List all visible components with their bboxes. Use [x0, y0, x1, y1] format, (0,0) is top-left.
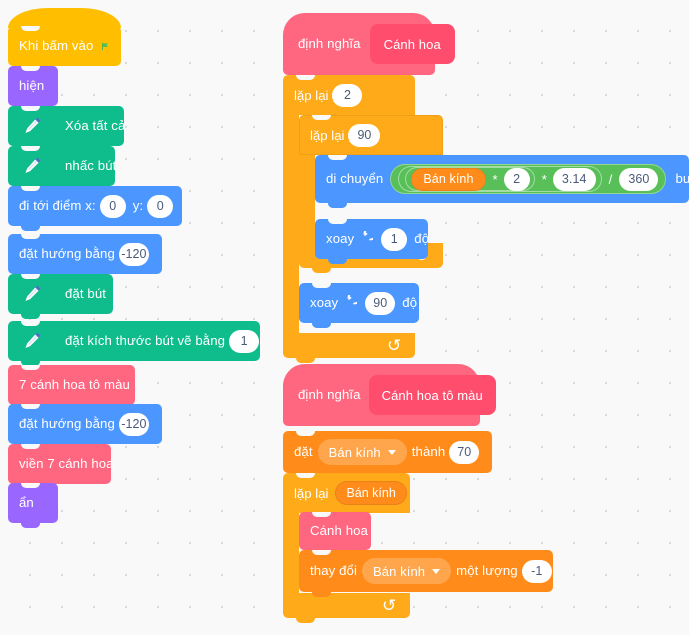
block-label: đặt hướng bằng [19, 246, 115, 262]
dropdown-value: Bán kính [373, 563, 426, 579]
define-hat-petal[interactable]: định nghĩa Cánh hoa [283, 13, 455, 75]
change-middle-label: một lượng [456, 563, 518, 579]
operator-multiply-inner[interactable]: Bán kính * 2 [405, 167, 535, 191]
block-label: hiện [19, 78, 45, 94]
block-code-workspace[interactable]: Khi bấm vào hiện Xóa tất cả nhấc bút đi … [0, 0, 689, 635]
define-label: định nghĩa [298, 387, 361, 403]
block-pen-up[interactable]: nhấc bút [8, 146, 117, 191]
pen-size-input[interactable]: 1 [229, 329, 260, 353]
operand-pi[interactable]: 3.14 [552, 167, 596, 191]
variable-dropdown-radius[interactable]: Bán kính [317, 439, 407, 465]
block-label: đặt hướng bằng [19, 416, 115, 432]
variable-dropdown-radius[interactable]: Bán kính [362, 558, 452, 584]
block-change-variable[interactable]: thay đổi Bán kính một lượng -1 [299, 550, 553, 597]
multiply-symbol-2: * [541, 171, 547, 187]
pen-icon [25, 332, 41, 348]
repeat-arm [283, 513, 299, 593]
repeat-label: lặp lại [294, 87, 329, 103]
repeat-label: lặp lại [294, 485, 329, 501]
operator-multiply-outer[interactable]: Bán kính * 2 * 3.14 [398, 166, 602, 192]
set-label: đặt [294, 444, 313, 460]
block-set-variable[interactable]: đặt Bán kính thành 70 [283, 431, 492, 478]
chevron-down-icon [387, 449, 396, 455]
change-label: thay đổi [310, 563, 357, 579]
repeat-count-input[interactable]: 2 [332, 83, 363, 107]
block-set-pen-size[interactable]: đặt kích thước bút vẽ bằng 1 [8, 321, 260, 366]
block-hide[interactable]: ẩn [8, 483, 58, 528]
set-value-input[interactable]: 70 [449, 440, 480, 464]
custom-block-prototype-petal: Cánh hoa [369, 24, 455, 64]
hat-dome [8, 8, 121, 28]
move-label: di chuyển [326, 171, 384, 187]
repeat-label: lặp lại [310, 127, 345, 143]
block-label: đặt kích thước bút vẽ bằng [65, 333, 226, 349]
operand-2[interactable]: 2 [503, 167, 530, 191]
block-label: Cánh hoa [310, 523, 368, 539]
turn-suffix-label: độ [414, 231, 430, 247]
move-suffix-label: bước [675, 171, 689, 187]
goto-y-label: y: [132, 198, 144, 214]
divide-symbol: / [608, 171, 613, 187]
custom-block-prototype-petal-filled: Cánh hoa tô màu [368, 375, 496, 415]
chevron-down-icon [432, 568, 441, 574]
dropdown-value: Bán kính [328, 444, 381, 460]
turn-label: xoay [310, 295, 339, 311]
goto-x-label: đi tới điểm x: [19, 198, 96, 214]
change-value-input[interactable]: -1 [521, 559, 552, 583]
hat-block-when-flag-clicked[interactable]: Khi bấm vào [8, 8, 121, 66]
block-turn-right-90[interactable]: xoay 90 độ [299, 283, 419, 328]
direction-input[interactable]: -120 [118, 242, 149, 266]
block-label: Xóa tất cả [65, 118, 126, 134]
goto-y-input[interactable]: 0 [147, 194, 174, 218]
turn-suffix-label: độ [402, 295, 418, 311]
repeat-header[interactable]: lặp lại 90 [299, 115, 443, 155]
block-point-in-direction-1[interactable]: đặt hướng bằng -120 [8, 234, 162, 279]
define-label: định nghĩa [298, 36, 361, 52]
direction-input[interactable]: -120 [118, 412, 149, 436]
repeat-header[interactable]: lặp lại 2 [283, 75, 415, 115]
block-turn-right-1[interactable]: xoay 1 độ [315, 219, 430, 264]
set-middle-label: thành [411, 444, 446, 460]
loop-arrow-icon: ↻ [381, 596, 396, 615]
operator-divide[interactable]: Bán kính * 2 * 3.14 / 360 [390, 164, 667, 194]
pen-icon [25, 117, 41, 133]
repeat-header[interactable]: lặp lại Bán kính [283, 473, 410, 513]
repeat-arm [283, 115, 299, 333]
block-erase-all[interactable]: Xóa tất cả [8, 106, 126, 151]
block-label: nhấc bút [65, 158, 117, 174]
turn-clockwise-icon [363, 230, 374, 240]
block-show[interactable]: hiện [8, 66, 58, 111]
loop-arrow-icon: ↻ [386, 336, 401, 355]
block-call-7-petals-filled[interactable]: 7 cánh hoa tô màu [8, 365, 135, 410]
multiply-symbol-1: * [492, 171, 498, 187]
goto-x-input[interactable]: 0 [99, 194, 126, 218]
turn-degrees-input[interactable]: 1 [381, 227, 408, 251]
hat-label: Khi bấm vào [19, 38, 94, 54]
turn-clockwise-icon [347, 294, 358, 304]
block-label: 7 cánh hoa tô màu [19, 377, 130, 393]
variable-radius[interactable]: Bán kính [335, 481, 407, 505]
block-label: viền 7 cánh hoa [19, 456, 114, 472]
repeat-arm [299, 155, 315, 243]
block-move-steps[interactable]: di chuyển Bán kính * 2 * 3.14 / 360 bước [315, 155, 689, 208]
turn-label: xoay [326, 231, 355, 247]
define-hat-petal-filled[interactable]: định nghĩa Cánh hoa tô màu [283, 364, 496, 426]
repeat-footer: ↻ [283, 593, 410, 623]
repeat-footer: ↻ [283, 333, 415, 363]
block-call-petal[interactable]: Cánh hoa [299, 512, 371, 555]
block-pen-down[interactable]: đặt bút [8, 274, 113, 319]
repeat-count-input[interactable]: 90 [348, 123, 381, 147]
block-label: ẩn [19, 495, 34, 511]
operand-360[interactable]: 360 [619, 167, 659, 191]
block-call-7-petals-outline[interactable]: viền 7 cánh hoa [8, 444, 114, 489]
block-point-in-direction-2[interactable]: đặt hướng bằng -120 [8, 404, 162, 449]
variable-radius[interactable]: Bán kính [411, 167, 486, 191]
pen-icon [25, 157, 41, 173]
turn-degrees-input[interactable]: 90 [365, 291, 396, 315]
block-goto-xy[interactable]: đi tới điểm x: 0 y: 0 [8, 186, 182, 231]
pen-icon [25, 285, 41, 301]
green-flag-icon [102, 42, 109, 50]
block-label: đặt bút [65, 286, 107, 302]
